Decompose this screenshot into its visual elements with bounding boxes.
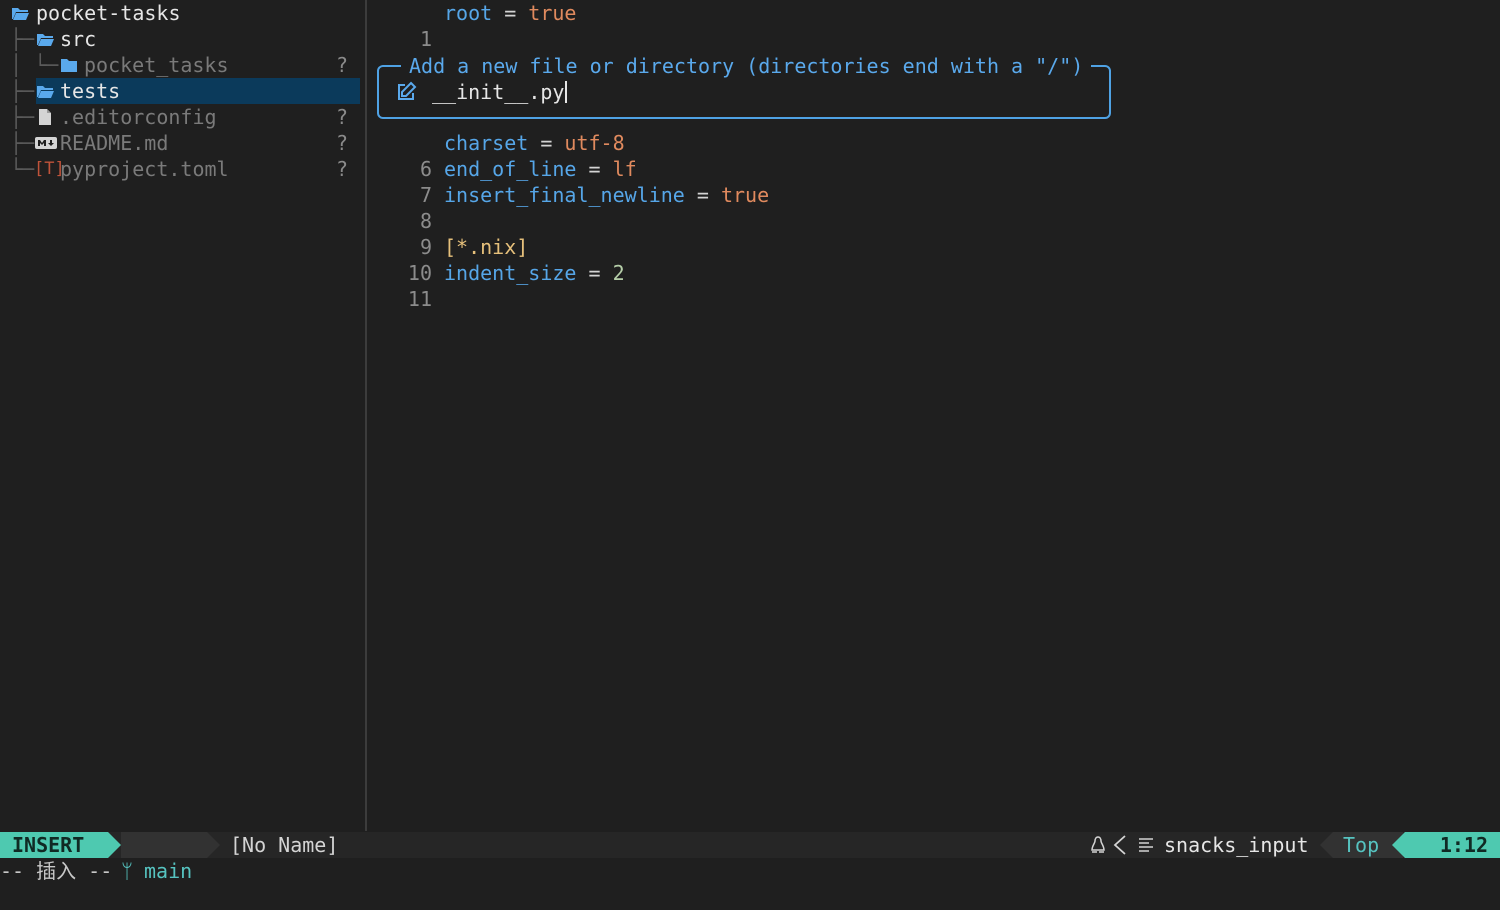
mode-indicator: INSERT: [0, 832, 108, 858]
tree-item-label: pyproject.toml: [60, 157, 229, 181]
linux-icon: [1091, 836, 1105, 853]
config-key: indent_size: [444, 261, 577, 285]
folder-icon: [61, 59, 77, 72]
code-line[interactable]: charset = utf-8: [444, 130, 625, 156]
config-value: lf: [612, 157, 637, 181]
config-key: root: [444, 1, 493, 25]
tree-item-pyproject[interactable]: └─ [T] pyproject.toml ?: [0, 156, 362, 182]
buffer-name: [No Name]: [230, 833, 339, 857]
separator-arrow: [1320, 832, 1333, 858]
operator: =: [684, 183, 721, 207]
tree-item-editorconfig[interactable]: ├─ .editorconfig ?: [0, 104, 362, 130]
statusline: INSERT ᛘ main [No Name] snacks_input Top …: [0, 832, 1500, 883]
code-line[interactable]: end_of_line = lf: [444, 156, 637, 182]
text-cursor: [565, 81, 568, 103]
tree-guide: ├─: [10, 79, 35, 103]
tree-item-label: src: [60, 27, 97, 51]
folder-open-icon: [37, 86, 54, 98]
command-line[interactable]: -- 插入 --: [0, 858, 112, 884]
operator: =: [576, 157, 613, 181]
separator-arrow: [1392, 832, 1405, 858]
folder-open-icon: [37, 34, 54, 46]
git-status-untracked: ?: [336, 105, 349, 129]
file-icon: [39, 109, 51, 125]
new-file-name-input[interactable]: __init__.py: [432, 79, 1032, 105]
line-number: 11: [407, 287, 432, 311]
edit-icon: [398, 81, 417, 100]
branch-icon: ᛘ: [121, 859, 133, 883]
tree-item-label: pocket_tasks: [84, 53, 229, 77]
chevron-left-icon: [1113, 835, 1126, 855]
tree-guide: ├─: [10, 27, 35, 51]
tree-item-label: tests: [60, 79, 121, 103]
config-key: end_of_line: [444, 157, 577, 181]
tree-item-readme[interactable]: ├─ README.md ?: [0, 130, 362, 156]
config-value: 2: [612, 261, 625, 285]
tree-root[interactable]: pocket-tasks: [0, 0, 362, 26]
folder-open-icon: [12, 8, 29, 20]
operator: =: [492, 1, 529, 25]
code-line[interactable]: indent_size = 2: [444, 260, 625, 286]
config-key: insert_final_newline: [444, 183, 685, 207]
window-separator[interactable]: [365, 0, 367, 831]
dialog-title: Add a new file or directory (directories…: [401, 53, 1092, 79]
separator-arrow: [207, 832, 220, 858]
new-file-input-dialog: Add a new file or directory (directories…: [377, 53, 1111, 119]
config-key: charset: [444, 131, 529, 155]
git-status-untracked: ?: [336, 157, 349, 181]
operator: =: [528, 131, 565, 155]
config-value: true: [720, 183, 770, 207]
lines-icon: [1139, 838, 1153, 852]
tree-guide: ├─: [10, 131, 35, 155]
git-status-untracked: ?: [336, 53, 349, 77]
filetype-label: snacks_input: [1164, 833, 1309, 857]
markdown-icon: [35, 137, 57, 149]
config-value: true: [528, 1, 577, 25]
separator-arrow: [108, 832, 121, 858]
tree-item-src[interactable]: ├─ src: [0, 26, 362, 52]
operator: =: [576, 261, 613, 285]
section-header: [*.nix]: [444, 235, 529, 259]
tree-item-label: README.md: [60, 131, 169, 155]
code-line[interactable]: [*.nix]: [444, 234, 528, 260]
file-explorer: pocket-tasks ├─ src │ └─ pocket_tasks ? …: [0, 0, 365, 831]
tree-root-label: pocket-tasks: [36, 1, 181, 25]
tree-guide: └─: [10, 157, 35, 181]
tree-item-label: .editorconfig: [60, 105, 217, 129]
tree-item-pocket-tasks[interactable]: │ └─ pocket_tasks ?: [0, 52, 362, 78]
code-line[interactable]: insert_final_newline = true: [444, 182, 769, 208]
tree-guide: │ └─: [10, 53, 59, 77]
config-value: utf-8: [564, 131, 625, 155]
tree-guide: ├─: [10, 105, 35, 129]
cursor-location: 1:12: [1405, 832, 1500, 858]
git-branch-segment[interactable]: ᛘ main: [121, 832, 207, 883]
git-status-untracked: ?: [336, 131, 349, 155]
git-branch-name: main: [144, 859, 193, 883]
code-line[interactable]: root = true: [444, 0, 576, 26]
tree-item-tests[interactable]: ├─ tests: [0, 78, 362, 104]
